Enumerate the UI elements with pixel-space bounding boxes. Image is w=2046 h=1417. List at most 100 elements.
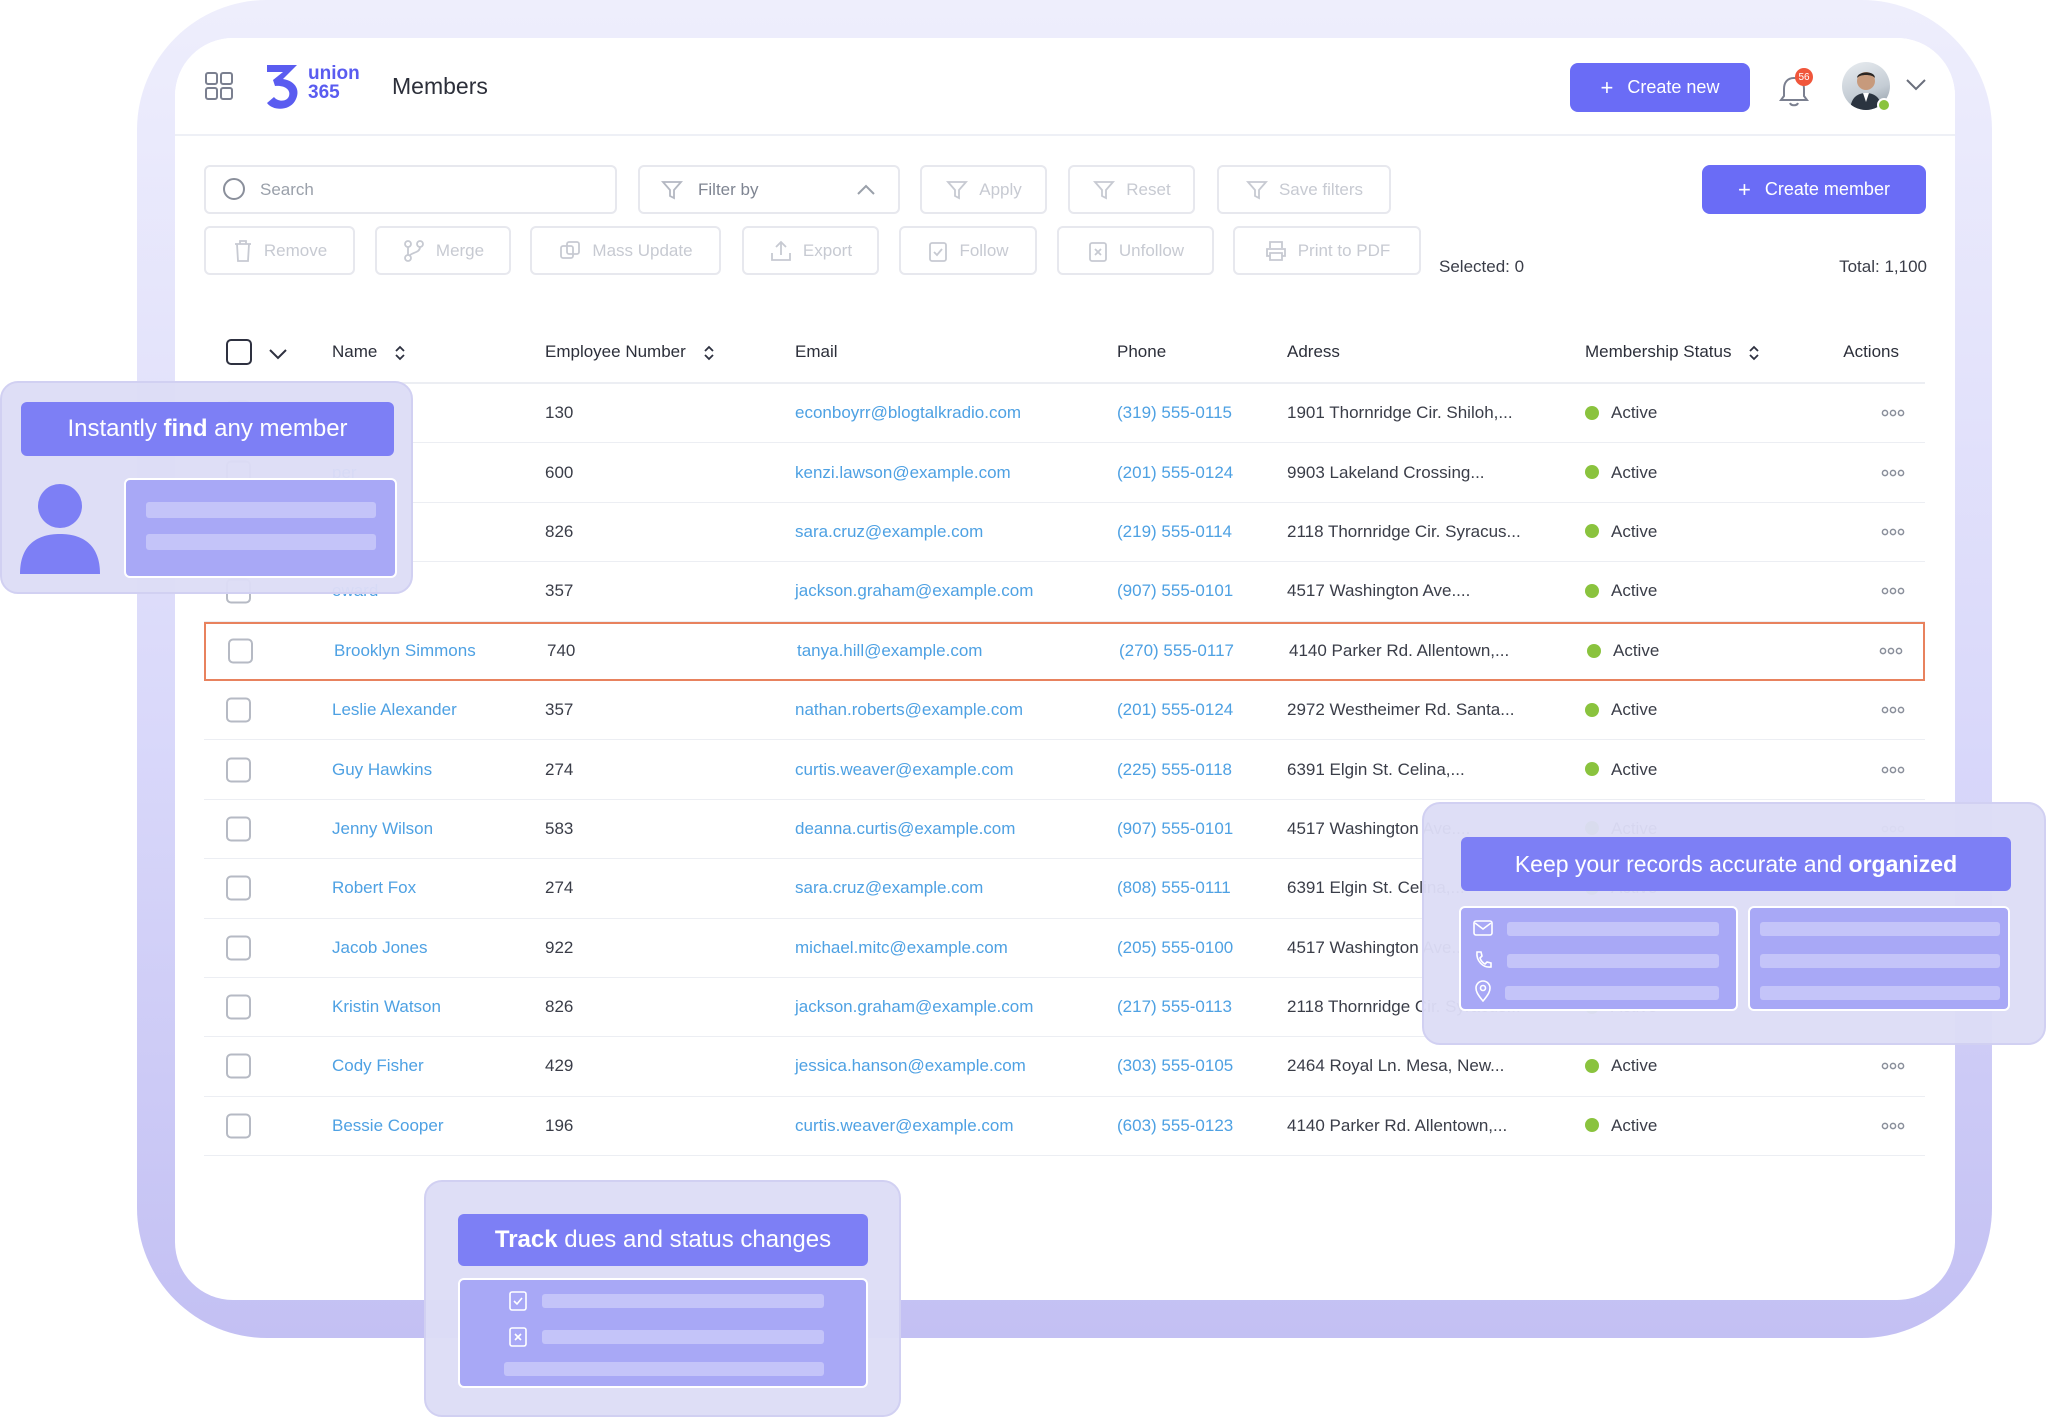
search-icon <box>223 177 245 200</box>
email-link[interactable]: jackson.graham@example.com <box>795 997 1033 1017</box>
mass-update-button[interactable]: Mass Update <box>530 226 721 275</box>
status-badge: Active <box>1585 760 1657 780</box>
phone-link[interactable]: (225) 555-0118 <box>1117 760 1232 780</box>
merge-label: Merge <box>435 240 485 260</box>
phone-link[interactable]: (303) 555-0105 <box>1117 1056 1233 1076</box>
member-name-link[interactable]: Guy Hawkins <box>332 760 432 780</box>
member-name-link[interactable]: Jenny Wilson <box>332 819 433 839</box>
app-grid-icon[interactable] <box>205 72 233 100</box>
member-name-link[interactable]: Cody Fisher <box>332 1056 424 1076</box>
table-row[interactable]: Cavalli130econboyrr@blogtalkradio.com(31… <box>204 384 1925 444</box>
email-link[interactable]: jackson.graham@example.com <box>795 581 1033 601</box>
email-link[interactable]: curtis.weaver@example.com <box>795 760 1014 780</box>
reset-button[interactable]: Reset <box>1068 165 1195 214</box>
find-title-post: any member <box>207 415 348 442</box>
apply-button[interactable]: Apply <box>920 165 1047 214</box>
logo-text: union 365 <box>308 64 360 102</box>
email-link[interactable]: curtis.weaver@example.com <box>795 1116 1014 1136</box>
save-filters-button[interactable]: Save filters <box>1217 165 1391 214</box>
phone-link[interactable]: (219) 555-0114 <box>1117 522 1232 542</box>
member-name-link[interactable]: Brooklyn Simmons <box>334 641 476 661</box>
more-options-icon[interactable] <box>1881 706 1905 714</box>
unfollow-button[interactable]: Unfollow <box>1057 226 1214 275</box>
logo-line-2: 365 <box>308 82 340 103</box>
search-input[interactable] <box>260 179 590 200</box>
clipboard-x-icon <box>509 1327 527 1347</box>
email-link[interactable]: sara.cruz@example.com <box>795 878 983 898</box>
table-row[interactable]: Cody Fisher 429 jessica.hanson@example.com… <box>204 1037 1925 1097</box>
create-new-button[interactable]: + Create new <box>1570 63 1750 112</box>
mass-update-icon <box>560 240 581 259</box>
export-button[interactable]: Export <box>742 226 879 275</box>
more-options-icon[interactable] <box>1881 1062 1905 1070</box>
export-label: Export <box>802 240 853 260</box>
member-name-link[interactable]: Bessie Cooper <box>332 1116 444 1136</box>
email-link[interactable]: sara.cruz@example.com <box>795 522 983 542</box>
row-checkbox[interactable] <box>226 1053 251 1079</box>
phone-link[interactable]: (319) 555-0115 <box>1117 403 1232 423</box>
merge-button[interactable]: Merge <box>375 226 511 275</box>
header-employee-number[interactable]: Employee Number <box>545 342 715 362</box>
row-checkbox[interactable] <box>226 994 251 1020</box>
member-name-link[interactable]: Jacob Jones <box>332 938 427 958</box>
member-name-link[interactable]: Kristin Watson <box>332 997 441 1017</box>
more-options-icon[interactable] <box>1881 409 1905 417</box>
chevron-down-icon[interactable] <box>1905 78 1927 92</box>
follow-button[interactable]: Follow <box>899 226 1037 275</box>
table-row[interactable]: oward357jackson.graham@example.com(907) … <box>204 562 1925 622</box>
filter-dropdown[interactable]: Filter by <box>638 165 900 214</box>
print-to-pdf-button[interactable]: Print to PDF <box>1233 226 1421 275</box>
email-link[interactable]: econboyrr@blogtalkradio.com <box>795 403 1021 423</box>
phone-link[interactable]: (201) 555-0124 <box>1117 700 1233 720</box>
table-header: Name Employee Number Email Phone Adress … <box>204 322 1925 384</box>
member-name-link[interactable]: Robert Fox <box>332 878 416 898</box>
more-options-icon[interactable] <box>1879 647 1903 655</box>
create-member-button[interactable]: + Create member <box>1702 165 1926 214</box>
table-row[interactable]: per600kenzi.lawson@example.com(201) 555-… <box>204 443 1925 503</box>
member-name-link[interactable]: Leslie Alexander <box>332 700 457 720</box>
email-link[interactable]: tanya.hill@example.com <box>797 641 982 661</box>
phone-link[interactable]: (205) 555-0100 <box>1117 938 1233 958</box>
table-row[interactable]: rren826sara.cruz@example.com(219) 555-01… <box>204 503 1925 563</box>
more-options-icon[interactable] <box>1881 587 1905 595</box>
header-name[interactable]: Name <box>332 342 406 362</box>
phone-link[interactable]: (603) 555-0123 <box>1117 1116 1233 1136</box>
status-label: Active <box>1611 462 1658 482</box>
sort-icon <box>703 345 714 360</box>
row-checkbox[interactable] <box>226 697 251 723</box>
table-row[interactable]: Guy Hawkins 274 curtis.weaver@example.com (… <box>204 740 1925 800</box>
chevron-down-icon[interactable] <box>268 348 288 360</box>
email-link[interactable]: deanna.curtis@example.com <box>795 819 1015 839</box>
email-link[interactable]: nathan.roberts@example.com <box>795 700 1023 720</box>
more-options-icon[interactable] <box>1881 469 1905 477</box>
phone-link[interactable]: (270) 555-0117 <box>1119 641 1234 661</box>
header-email: Email <box>795 342 838 361</box>
track-dues-title: Track dues and status changes <box>458 1214 868 1266</box>
more-options-icon[interactable] <box>1881 766 1905 774</box>
more-options-icon[interactable] <box>1881 1122 1905 1130</box>
phone-link[interactable]: (201) 555-0124 <box>1117 463 1233 483</box>
email-link[interactable]: kenzi.lawson@example.com <box>795 463 1011 483</box>
row-checkbox[interactable] <box>226 1113 251 1139</box>
phone-link[interactable]: (907) 555-0101 <box>1117 819 1233 839</box>
header-membership-status[interactable]: Membership Status <box>1585 342 1760 362</box>
remove-button[interactable]: Remove <box>204 226 355 275</box>
status-label: Active <box>1611 581 1658 601</box>
row-checkbox[interactable] <box>226 935 251 961</box>
row-checkbox[interactable] <box>226 875 251 901</box>
email-link[interactable]: michael.mitc@example.com <box>795 938 1008 958</box>
table-row[interactable]: Leslie Alexander 357 nathan.roberts@exampl… <box>204 681 1925 741</box>
phone-link[interactable]: (808) 555-0111 <box>1117 878 1231 898</box>
placeholder-line <box>146 534 376 550</box>
row-checkbox[interactable] <box>226 816 251 842</box>
table-row[interactable]: Bessie Cooper 196 curtis.weaver@example.co… <box>204 1097 1925 1157</box>
email-link[interactable]: jessica.hanson@example.com <box>795 1056 1026 1076</box>
phone-link[interactable]: (907) 555-0101 <box>1117 581 1233 601</box>
more-options-icon[interactable] <box>1881 528 1905 536</box>
search-box[interactable] <box>204 165 617 214</box>
row-checkbox[interactable] <box>228 638 253 664</box>
select-all-checkbox[interactable] <box>226 339 252 365</box>
table-row[interactable]: Brooklyn Simmons 740 tanya.hill@example.co… <box>204 621 1925 681</box>
row-checkbox[interactable] <box>226 757 251 783</box>
phone-link[interactable]: (217) 555-0113 <box>1117 997 1232 1017</box>
